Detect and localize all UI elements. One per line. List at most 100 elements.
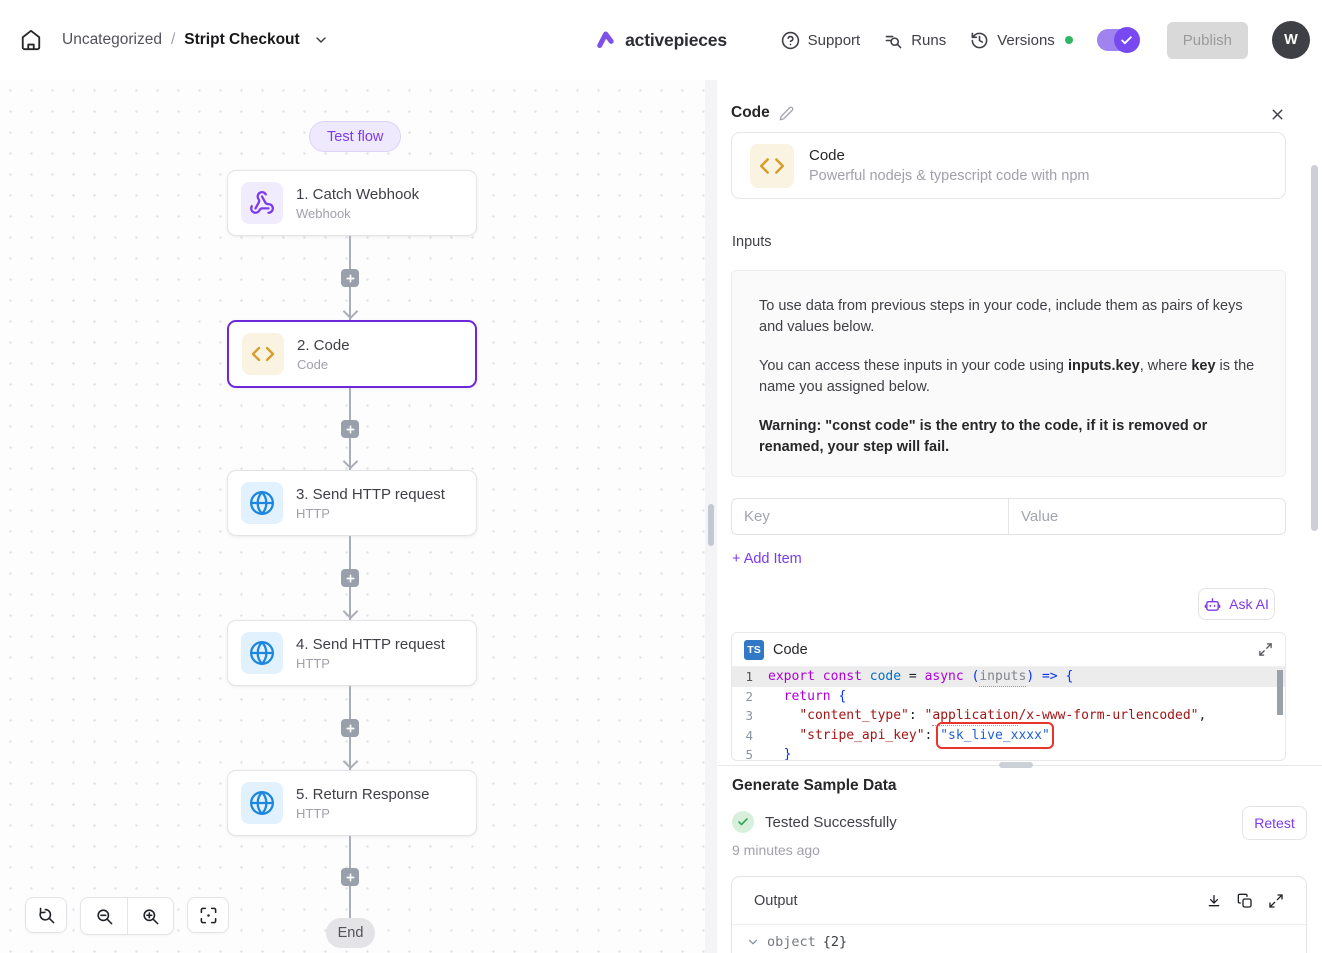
help-paragraph-2: You can access these inputs in your code… bbox=[759, 356, 1258, 397]
panel-scrollbar[interactable] bbox=[1311, 165, 1318, 531]
chevron-down-icon[interactable] bbox=[313, 32, 329, 48]
node-text: 5. Return Response HTTP bbox=[296, 786, 429, 821]
flow-builder-app: Uncategorized / Stript Checkout activepi… bbox=[0, 0, 1322, 953]
help-paragraph-1: To use data from previous steps in your … bbox=[759, 296, 1258, 337]
webhook-icon bbox=[241, 182, 283, 224]
ask-ai-label: Ask AI bbox=[1229, 596, 1269, 612]
value-input[interactable] bbox=[1009, 499, 1285, 534]
key-input[interactable] bbox=[732, 499, 1008, 534]
reset-zoom-button[interactable] bbox=[25, 897, 67, 933]
connector bbox=[349, 686, 351, 770]
flow-node-http-2[interactable]: 4. Send HTTP request HTTP bbox=[227, 620, 477, 686]
zoom-in-button[interactable] bbox=[127, 898, 173, 934]
flow-canvas[interactable]: Test flow 1. Catch Webhook Webhook 2. Co… bbox=[0, 80, 705, 953]
runs-button[interactable]: Runs bbox=[884, 31, 946, 50]
add-step-button[interactable] bbox=[341, 269, 359, 287]
download-icon[interactable] bbox=[1206, 893, 1222, 909]
runs-logs-icon bbox=[884, 31, 903, 50]
ask-ai-button[interactable]: Ask AI bbox=[1198, 588, 1275, 620]
sample-data-resize-handle[interactable] bbox=[999, 762, 1033, 768]
code-icon bbox=[750, 144, 794, 188]
output-card: Output object {2} bbox=[731, 876, 1307, 953]
flow-enabled-toggle[interactable] bbox=[1097, 29, 1137, 51]
top-bar: Uncategorized / Stript Checkout activepi… bbox=[0, 0, 1322, 80]
connector bbox=[349, 236, 351, 320]
test-flow-button[interactable]: Test flow bbox=[309, 121, 401, 152]
breadcrumb-category[interactable]: Uncategorized bbox=[62, 31, 162, 49]
panel-title-row: Code bbox=[731, 104, 794, 122]
reset-zoom-icon bbox=[37, 906, 56, 925]
expand-code-button[interactable] bbox=[1258, 642, 1273, 657]
globe-icon bbox=[241, 482, 283, 524]
avatar[interactable]: W bbox=[1272, 21, 1310, 59]
code-editor-scrollbar[interactable] bbox=[1277, 670, 1283, 715]
node-subtitle: Code bbox=[297, 357, 350, 372]
add-step-button[interactable] bbox=[341, 719, 359, 737]
input-pair-row bbox=[731, 498, 1286, 535]
rename-step-button[interactable] bbox=[779, 106, 794, 121]
inputs-section-label: Inputs bbox=[732, 234, 772, 250]
close-panel-button[interactable] bbox=[1269, 106, 1286, 123]
copy-icon[interactable] bbox=[1237, 893, 1253, 909]
test-status-label: Tested Successfully bbox=[765, 814, 897, 831]
flow-node-http-1[interactable]: 3. Send HTTP request HTTP bbox=[227, 470, 477, 536]
globe-icon bbox=[241, 632, 283, 674]
add-step-button[interactable] bbox=[341, 420, 359, 438]
expand-icon[interactable] bbox=[1268, 893, 1284, 909]
home-button[interactable] bbox=[14, 23, 48, 57]
node-subtitle: HTTP bbox=[296, 806, 429, 821]
versions-button[interactable]: Versions bbox=[970, 31, 1055, 50]
step-settings-panel: Code Code Powerful nodejs & typescript c… bbox=[717, 80, 1322, 953]
home-icon bbox=[20, 29, 42, 51]
node-text: 1. Catch Webhook Webhook bbox=[296, 186, 419, 221]
panel-resize-handle[interactable] bbox=[708, 504, 714, 546]
add-step-button[interactable] bbox=[341, 569, 359, 587]
breadcrumb-trail: Uncategorized / Stript Checkout bbox=[62, 31, 329, 49]
output-node-type: object bbox=[767, 934, 816, 950]
value-cell bbox=[1008, 499, 1285, 534]
zoom-out-button[interactable] bbox=[81, 898, 127, 934]
node-subtitle: HTTP bbox=[296, 506, 445, 521]
code-editor-card: TS Code 1export const code = async (inpu… bbox=[731, 632, 1286, 761]
output-tree-row[interactable]: object {2} bbox=[732, 925, 1306, 953]
code-editor-title: Code bbox=[773, 642, 808, 658]
fit-view-icon bbox=[199, 906, 218, 925]
globe-icon bbox=[241, 782, 283, 824]
piece-title: Code bbox=[809, 147, 1089, 164]
piece-subtitle: Powerful nodejs & typescript code with n… bbox=[809, 168, 1089, 184]
chevron-down-icon bbox=[746, 935, 760, 949]
flow-node-return-response[interactable]: 5. Return Response HTTP bbox=[227, 770, 477, 836]
key-cell bbox=[732, 499, 1008, 534]
retest-button[interactable]: Retest bbox=[1242, 806, 1307, 840]
toggle-knob bbox=[1114, 27, 1140, 53]
inputs-help-card: To use data from previous steps in your … bbox=[731, 270, 1286, 477]
output-header: Output bbox=[732, 877, 1306, 925]
node-title: 5. Return Response bbox=[296, 786, 429, 803]
flow-node-catch-webhook[interactable]: 1. Catch Webhook Webhook bbox=[227, 170, 477, 236]
code-editor-body[interactable]: 1export const code = async (inputs) => {… bbox=[732, 667, 1285, 761]
add-item-button[interactable]: + Add Item bbox=[732, 551, 802, 567]
output-node-count: {2} bbox=[823, 934, 847, 950]
node-title: 3. Send HTTP request bbox=[296, 486, 445, 503]
publish-button[interactable]: Publish bbox=[1167, 22, 1248, 59]
test-timestamp: 9 minutes ago bbox=[732, 842, 820, 858]
runs-label: Runs bbox=[911, 32, 946, 49]
support-button[interactable]: Support bbox=[781, 31, 861, 50]
node-subtitle: Webhook bbox=[296, 206, 419, 221]
support-label: Support bbox=[808, 32, 861, 49]
code-icon bbox=[242, 333, 284, 375]
canvas-controls bbox=[25, 897, 229, 935]
output-title: Output bbox=[754, 893, 798, 909]
flow-node-code[interactable]: 2. Code Code bbox=[227, 320, 477, 388]
history-icon bbox=[970, 31, 989, 50]
fit-view-button[interactable] bbox=[187, 897, 229, 933]
flow-title[interactable]: Stript Checkout bbox=[184, 31, 299, 49]
generate-sample-data-title: Generate Sample Data bbox=[732, 777, 897, 795]
connector bbox=[349, 388, 351, 470]
piece-info-text: Code Powerful nodejs & typescript code w… bbox=[809, 147, 1089, 184]
add-step-button[interactable] bbox=[341, 868, 359, 886]
help-circle-icon bbox=[781, 31, 800, 50]
node-text: 4. Send HTTP request HTTP bbox=[296, 636, 445, 671]
header-actions: Support Runs Versions Publish bbox=[781, 0, 1310, 80]
panel-resize-strip bbox=[705, 80, 717, 953]
